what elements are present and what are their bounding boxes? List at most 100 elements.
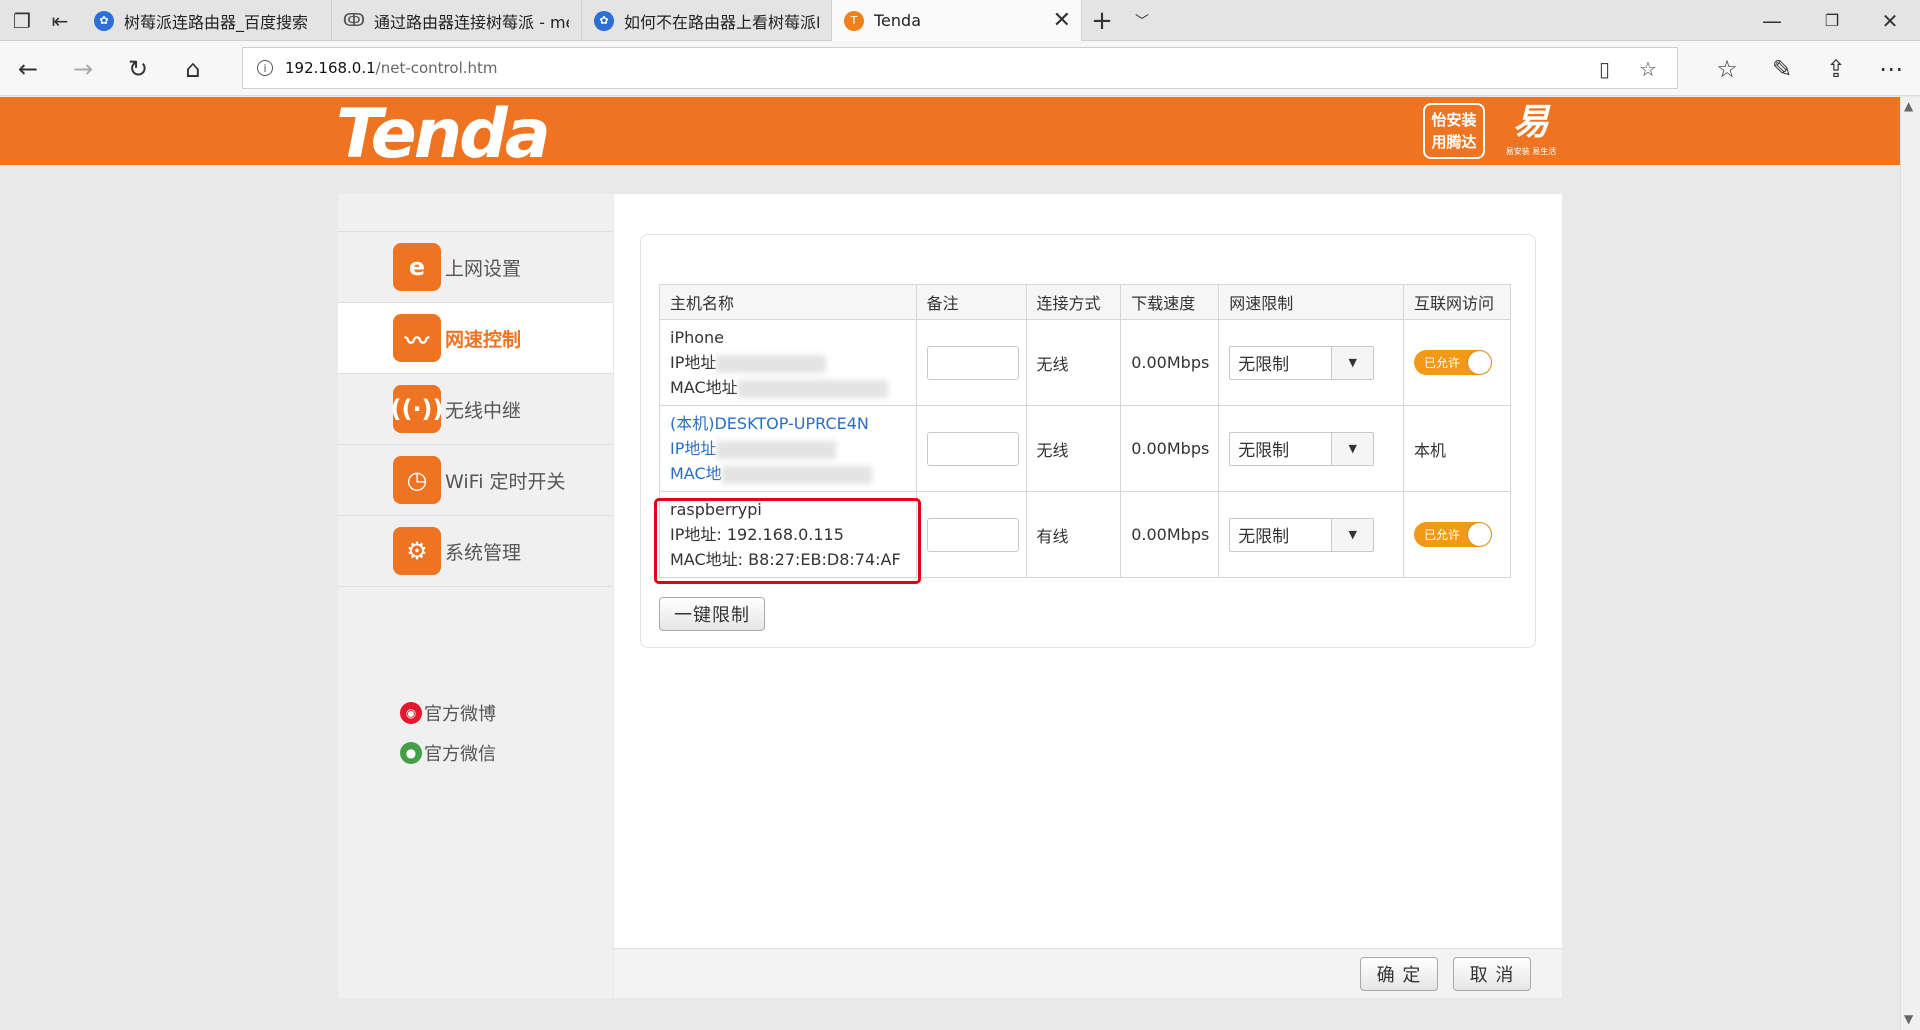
cell-note: [915, 319, 1027, 406]
forward-arrow-icon[interactable]: →: [58, 41, 108, 96]
tab-label: 通过路由器连接树莓派 - me: [374, 12, 569, 32]
speed-limit-select[interactable]: 无限制 ▼: [1229, 431, 1375, 466]
scroll-down-icon[interactable]: ▼: [1904, 1012, 1913, 1026]
host-mac: MAC地: [670, 464, 722, 483]
col-header-download-speed: 下载速度: [1120, 284, 1220, 320]
close-tab-icon[interactable]: ✕: [1053, 8, 1071, 33]
redacted-blur: [737, 379, 888, 398]
restore-icon[interactable]: ❐: [1812, 0, 1852, 41]
browser-tab-active[interactable]: T Tenda ✕: [832, 0, 1082, 41]
set-aside-tabs-icon[interactable]: ⇤: [44, 0, 76, 41]
col-header-speed-limit: 网速限制: [1218, 284, 1405, 320]
sidebar-item-label: 系统管理: [445, 541, 522, 564]
host-info: (本机)DESKTOP-UPRCE4N IP地址 MAC地: [670, 411, 916, 486]
one-click-limit-button[interactable]: 一键限制: [659, 597, 765, 631]
social-weibo-link[interactable]: ◉ 官方微博: [400, 700, 496, 726]
sidebar: e 上网设置 〰 网速控制 ((·)) 无线中继 ◷ WiFi 定时开关 ⚙ 系…: [338, 194, 613, 998]
cancel-button[interactable]: 取 消: [1453, 957, 1531, 991]
host-name: raspberrypi: [670, 500, 762, 519]
site-header: [0, 97, 1900, 165]
url-input[interactable]: i 192.168.0.1 /net-control.htm ▯ ☆: [242, 47, 1678, 89]
speed-limit-select[interactable]: 无限制 ▼: [1229, 345, 1375, 380]
host-info: iPhone IP地址 MAC地址: [670, 325, 916, 400]
scroll-up-icon[interactable]: ▲: [1904, 99, 1913, 113]
dropdown-arrow-icon[interactable]: ▼: [1331, 346, 1374, 379]
home-icon[interactable]: ⌂: [168, 41, 218, 96]
sidebar-item-wifi-timer[interactable]: ◷ WiFi 定时开关: [338, 445, 613, 516]
dropdown-arrow-icon[interactable]: ▼: [1331, 518, 1374, 551]
cell-connection: 有线: [1025, 491, 1122, 578]
internet-access-toggle[interactable]: 已允许: [1414, 522, 1493, 547]
host-name: iPhone: [670, 328, 725, 347]
cell-internet-access: 已允许: [1403, 491, 1511, 578]
internet-e-icon: e: [393, 243, 441, 291]
more-icon[interactable]: ⋯: [1866, 41, 1916, 96]
note-input[interactable]: [926, 431, 1019, 466]
tenda-logo: Tenda: [336, 95, 551, 174]
cell-speed-limit: 无限制 ▼: [1218, 319, 1405, 406]
minimize-icon[interactable]: —: [1752, 0, 1792, 41]
host-mac-line: MAC地址: [670, 375, 916, 400]
sidebar-item-wireless-repeater[interactable]: ((·)) 无线中继: [338, 374, 613, 445]
info-icon[interactable]: i: [257, 60, 273, 76]
sidebar-top-spacer: [338, 194, 613, 232]
sidebar-item-label: 无线中继: [445, 399, 522, 422]
address-bar-row: ← → ↻ ⌂ i 192.168.0.1 /net-control.htm ▯…: [0, 41, 1920, 96]
page-scrollbar[interactable]: ▲ ▼: [1900, 97, 1920, 1030]
tab-manager-icon[interactable]: ❐: [6, 0, 38, 41]
favorites-list-icon[interactable]: ☆: [1702, 41, 1752, 96]
confirm-button[interactable]: 确 定: [1360, 957, 1438, 991]
sidebar-item-label: 网速控制: [445, 328, 522, 351]
social-wechat-link[interactable]: ● 官方微信: [400, 740, 496, 766]
table-row: iPhone IP地址 MAC地址 无线 0.00Mbps 无限制 ▼ 已允许: [659, 319, 1511, 406]
internet-access-toggle[interactable]: 已允许: [1414, 350, 1493, 375]
cell-speed-limit: 无限制 ▼: [1218, 405, 1405, 492]
host-ip: IP地址: 192.168.0.115: [670, 525, 844, 544]
redacted-blur: [716, 354, 827, 373]
dropdown-arrow-icon[interactable]: ▼: [1331, 432, 1374, 465]
cell-download-speed: 0.00Mbps: [1120, 405, 1220, 492]
url-path: /net-control.htm: [375, 59, 498, 77]
speed-limit-value: 无限制: [1238, 527, 1290, 547]
sidebar-item-speed-control[interactable]: 〰 网速控制: [338, 303, 613, 374]
redacted-blur: [716, 440, 837, 459]
browser-tab-3[interactable]: ✿ 如何不在路由器上看树莓派I: [582, 0, 832, 41]
cell-internet-access: 已允许: [1403, 319, 1511, 406]
redacted-blur: [721, 465, 872, 484]
sidebar-item-system-management[interactable]: ⚙ 系统管理: [338, 516, 613, 587]
refresh-icon[interactable]: ↻: [113, 41, 163, 96]
host-ip: IP地址: [670, 439, 717, 458]
cell-speed-limit: 无限制 ▼: [1218, 491, 1405, 578]
sidebar-item-internet-settings[interactable]: e 上网设置: [338, 232, 613, 303]
cell-connection: 无线: [1025, 405, 1122, 492]
host-ip-line: IP地址: [670, 350, 916, 375]
toggle-knob: [1468, 351, 1492, 374]
table-row: (本机)DESKTOP-UPRCE4N IP地址 MAC地 无线 0.00Mbp…: [659, 405, 1511, 492]
close-window-icon[interactable]: ✕: [1870, 0, 1910, 41]
browser-tab-2[interactable]: ↂ 通过路由器连接树莓派 - me: [332, 0, 582, 41]
note-input[interactable]: [926, 517, 1019, 552]
cell-hostname: (本机)DESKTOP-UPRCE4N IP地址 MAC地: [659, 405, 917, 492]
reading-view-icon[interactable]: ▯: [1599, 57, 1610, 81]
back-arrow-icon[interactable]: ←: [3, 41, 53, 96]
footer-bar: 确 定 取 消: [614, 948, 1562, 998]
speed-limit-value: 无限制: [1238, 355, 1290, 375]
col-header-hostname: 主机名称: [659, 284, 917, 320]
browser-tab-1[interactable]: ✿ 树莓派连路由器_百度搜索: [82, 0, 332, 41]
note-input[interactable]: [926, 345, 1019, 380]
cell-download-speed: 0.00Mbps: [1120, 491, 1220, 578]
tenda-icon: T: [844, 10, 864, 31]
host-ip-line: IP地址: [670, 436, 916, 461]
favorite-star-icon[interactable]: ☆: [1639, 57, 1657, 81]
wechat-icon: ●: [400, 742, 422, 764]
social-label: 官方微博: [424, 704, 496, 725]
share-icon[interactable]: ⇪: [1811, 41, 1861, 96]
chevron-down-icon[interactable]: ﹀: [1130, 0, 1154, 41]
speed-limit-select[interactable]: 无限制 ▼: [1229, 517, 1375, 552]
pen-icon[interactable]: ✎: [1757, 41, 1807, 96]
new-tab-icon[interactable]: +: [1090, 0, 1114, 41]
tab-label: 如何不在路由器上看树莓派I: [624, 12, 819, 32]
cell-hostname: raspberrypi IP地址: 192.168.0.115 MAC地址: B…: [659, 491, 917, 578]
cell-note: [915, 405, 1027, 492]
url-host: 192.168.0.1: [285, 59, 376, 77]
